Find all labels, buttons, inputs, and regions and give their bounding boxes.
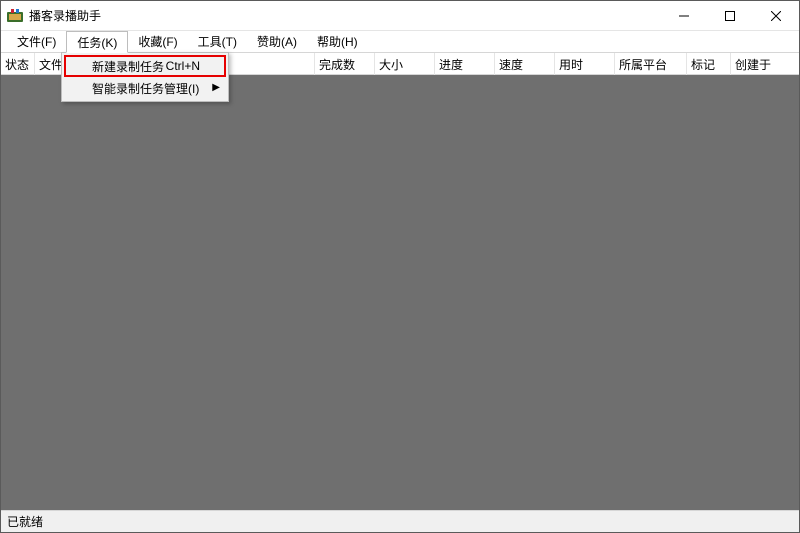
app-icon [7,8,23,24]
col-speed[interactable]: 速度 [495,53,555,75]
menu-sponsor[interactable]: 赞助(A) [247,31,307,52]
menu-file[interactable]: 文件(F) [7,31,66,52]
maximize-button[interactable] [707,1,753,31]
app-window: 播客录播助手 文件(F) 任务(K) 收藏(F) 工具(T) 赞助(A) 帮助(… [0,0,800,533]
menu-tool[interactable]: 工具(T) [188,31,247,52]
menu-new-record-label: 新建录制任务 [92,58,164,75]
status-text: 已就绪 [7,513,43,530]
menu-new-record-shortcut: Ctrl+N [166,59,200,73]
col-mark[interactable]: 标记 [687,53,731,75]
menu-task[interactable]: 任务(K) [66,31,128,53]
menu-smart-record-manage[interactable]: 智能录制任务管理(I) ▶ [64,77,226,99]
col-size[interactable]: 大小 [375,53,435,75]
status-bar: 已就绪 [1,510,799,532]
minimize-button[interactable] [661,1,707,31]
menu-smart-record-label: 智能录制任务管理(I) [92,80,199,97]
col-elapsed[interactable]: 用时 [555,53,615,75]
col-done[interactable]: 完成数 [315,53,375,75]
task-dropdown: 新建录制任务 Ctrl+N 智能录制任务管理(I) ▶ [61,52,229,102]
task-list-area [1,75,799,510]
close-button[interactable] [753,1,799,31]
menu-new-record-task[interactable]: 新建录制任务 Ctrl+N [64,55,226,77]
title-bar: 播客录播助手 [1,1,799,31]
menu-help[interactable]: 帮助(H) [307,31,368,52]
submenu-arrow-icon: ▶ [212,83,220,93]
menu-favorite[interactable]: 收藏(F) [128,31,187,52]
col-state[interactable]: 状态 [1,53,35,75]
menu-bar: 文件(F) 任务(K) 收藏(F) 工具(T) 赞助(A) 帮助(H) [1,31,799,53]
col-creator[interactable]: 创建于 [731,53,799,75]
app-title: 播客录播助手 [29,7,101,24]
col-progress[interactable]: 进度 [435,53,495,75]
col-platform[interactable]: 所属平台 [615,53,687,75]
